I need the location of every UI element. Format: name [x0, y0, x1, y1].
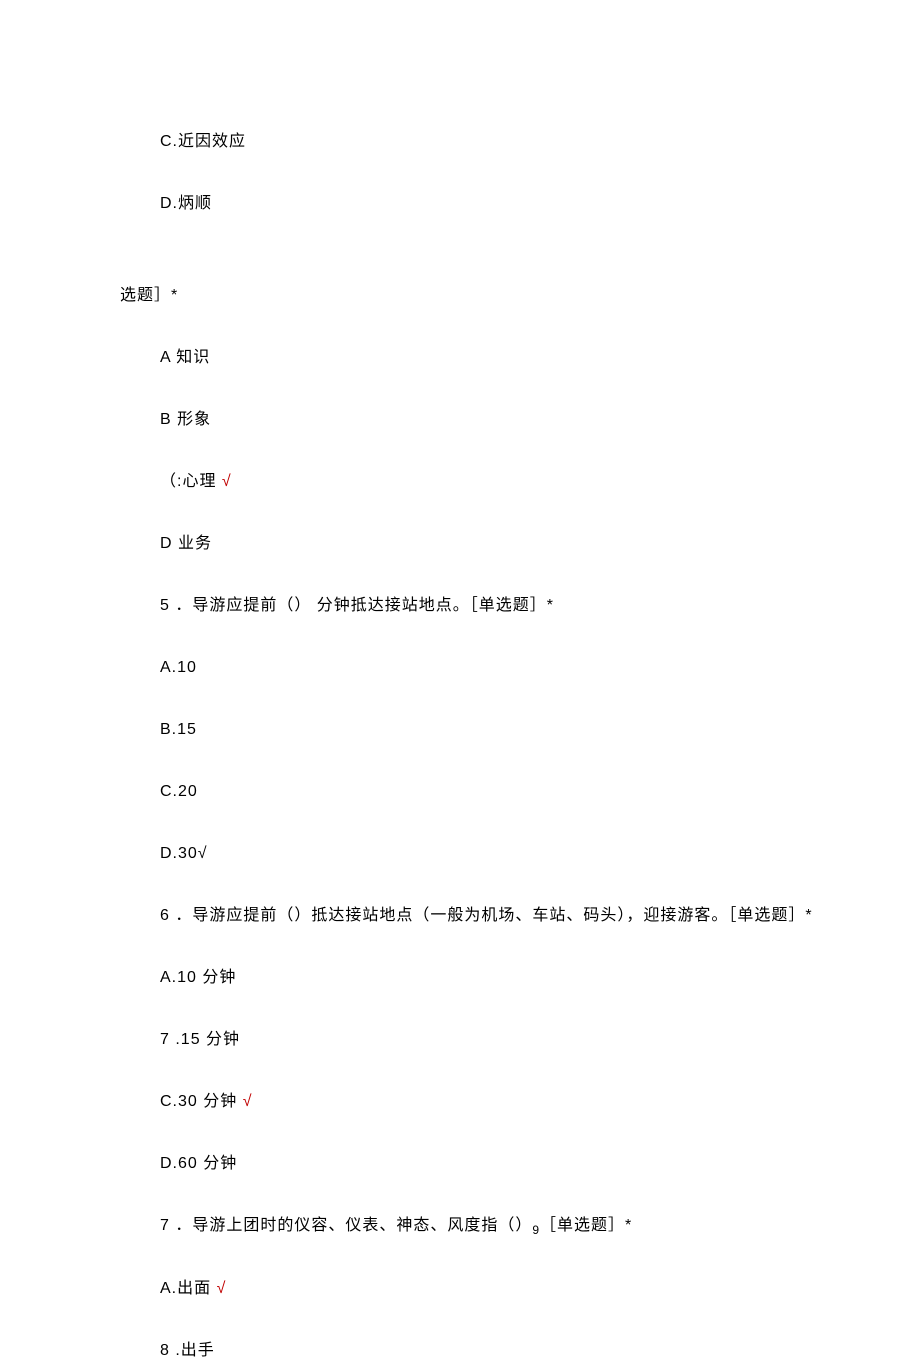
option-d: D.炳顺: [120, 192, 840, 216]
option-text: C.30 分钟: [160, 1093, 243, 1110]
option-d-correct: D.30√: [120, 842, 840, 866]
option-c-correct: （:心理 √: [120, 470, 840, 494]
check-icon: √: [217, 1280, 227, 1297]
option-c: C.近因效应: [120, 130, 840, 154]
option-7-15: 7 .15 分钟: [120, 1028, 840, 1052]
option-d: D 业务: [120, 532, 840, 556]
question-text-a: 7 ．导游上团时的仪容、仪表、神态、风度指（）: [160, 1217, 532, 1234]
option-a-correct: A.出面 √: [120, 1277, 840, 1301]
question-6: 6 ．导游应提前（）抵达接站地点（一般为机场、车站、码头），迎接游客。［单选题］…: [120, 904, 840, 928]
option-text: （:心理: [160, 473, 222, 490]
option-c: C.20: [120, 780, 840, 804]
check-icon: √: [243, 1093, 253, 1110]
check-icon: √: [222, 473, 232, 490]
option-d: D.60 分钟: [120, 1152, 840, 1176]
option-text: A.出面: [160, 1280, 217, 1297]
option-a: A.10 分钟: [120, 966, 840, 990]
option-a: A.10: [120, 656, 840, 680]
question-text-b: ［单选题］*: [540, 1217, 632, 1234]
subscript: 9: [532, 1223, 540, 1237]
option-b: B 形象: [120, 408, 840, 432]
question-7: 7 ．导游上团时的仪容、仪表、神态、风度指（）9［单选题］*: [120, 1214, 840, 1239]
question-fragment: 选题］*: [120, 284, 840, 308]
option-8: 8 .出手: [120, 1339, 840, 1363]
option-b: B.15: [120, 718, 840, 742]
option-c-correct: C.30 分钟 √: [120, 1090, 840, 1114]
question-5: 5 ．导游应提前（） 分钟抵达接站地点。［单选题］*: [120, 594, 840, 618]
option-a: A 知识: [120, 346, 840, 370]
